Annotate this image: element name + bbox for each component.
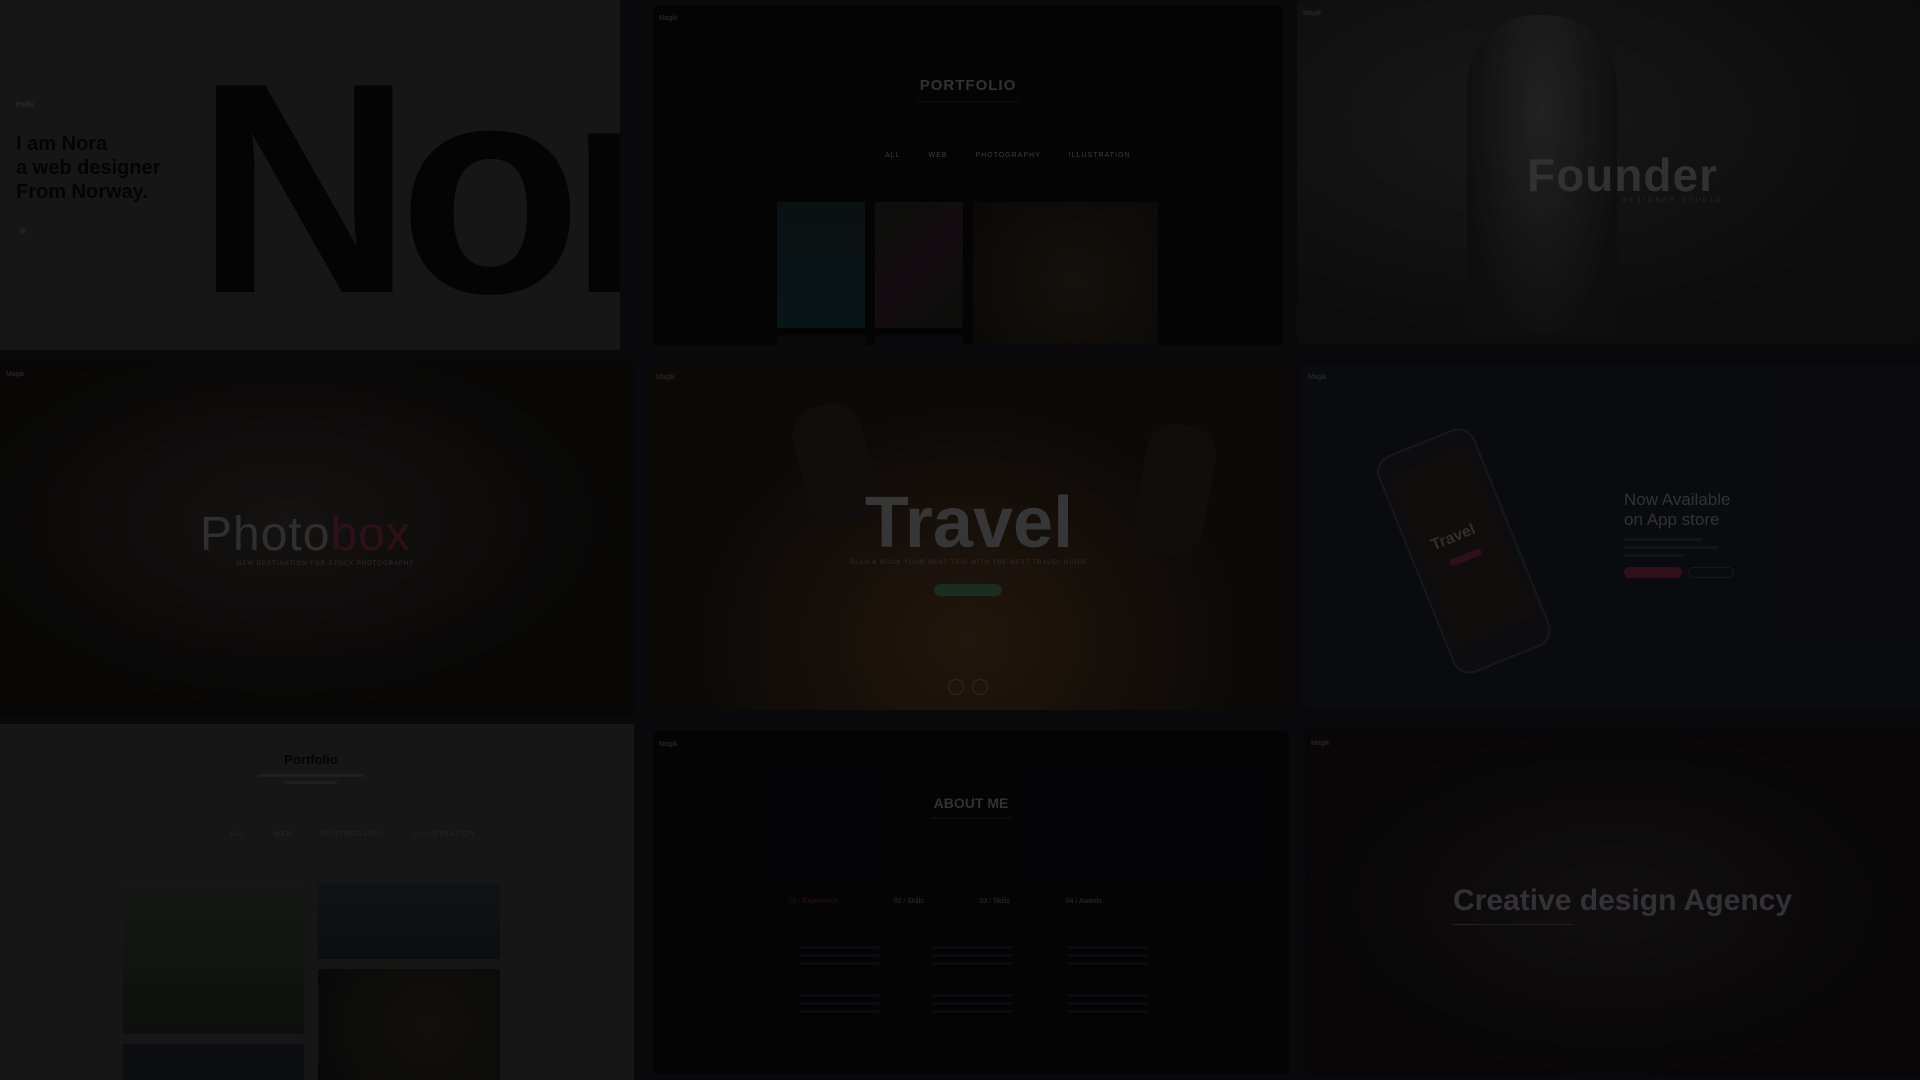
app-heading: Now Available on App store [1624, 490, 1731, 529]
about-brand: Magik [659, 741, 678, 748]
portfolio-light-subtitle-line-2 [285, 781, 337, 784]
travel-brand: Magik [656, 374, 675, 381]
portfolio-light-template-tile[interactable]: Portfolio ALL WEB PHOTOGRAPHY ILLUSTRATI… [0, 724, 634, 1080]
light-filter-web[interactable]: WEB [273, 831, 292, 838]
about-subtitle-line [931, 817, 1011, 819]
portfolio-dark-filter-nav: ALL WEB PHOTOGRAPHY ILLUSTRATION [885, 152, 1130, 159]
agency-title-underline [1453, 924, 1573, 925]
photobox-title-box: box [330, 508, 411, 561]
portfolio-dark-subtitle-line [918, 101, 1018, 103]
about-template-tile[interactable]: Magik ABOUT ME 01 / Experience 02 / Skil… [653, 731, 1289, 1074]
nora-hero-text: Nor [196, 20, 620, 350]
light-filter-all[interactable]: ALL [230, 831, 245, 838]
travel-next-arrow[interactable] [972, 679, 988, 695]
portfolio-image-small-1[interactable] [777, 335, 865, 345]
portfolio-light-title: Portfolio [284, 752, 338, 767]
phone-mockup: Travel [1371, 423, 1557, 679]
photobox-brand: Magik [6, 371, 25, 378]
light-filter-illustration[interactable]: ILLUSTRATION [414, 831, 476, 838]
portfolio-light-filter-nav: ALL WEB PHOTOGRAPHY ILLUSTRATION [230, 831, 475, 838]
travel-prev-arrow[interactable] [948, 679, 964, 695]
google-play-button[interactable] [1688, 567, 1734, 578]
portfolio-light-image-small[interactable] [123, 1044, 304, 1080]
phone-screen: Travel [1389, 447, 1535, 646]
tab-experience[interactable]: 01 / Experience [789, 898, 838, 905]
tab-skills-2[interactable]: 03 / Skills [980, 898, 1010, 905]
filter-photography[interactable]: PHOTOGRAPHY [975, 152, 1040, 159]
founder-subtitle: DESIGNER STUDIO [1622, 198, 1723, 204]
about-entry-5 [933, 994, 1013, 1018]
hello-label: Hello [16, 100, 35, 109]
portfolio-light-image-bike[interactable] [318, 969, 500, 1080]
nora-intro-text: I am Nora a web designer From Norway. [16, 133, 161, 203]
portfolio-light-image-street[interactable] [123, 884, 304, 1034]
about-tabs: 01 / Experience 02 / Skills 03 / Skills … [789, 898, 1102, 905]
portfolio-dark-template-tile[interactable]: Magik PORTFOLIO ALL WEB PHOTOGRAPHY ILLU… [653, 5, 1283, 345]
agency-title: Creative design Agency [1453, 884, 1793, 917]
founder-brand: Magik [1303, 10, 1322, 17]
about-entry-6 [1067, 994, 1147, 1018]
tab-skills-1[interactable]: 02 / Skills [894, 898, 924, 905]
about-entry-2 [933, 946, 1013, 970]
photobox-title: Photobox [200, 507, 411, 562]
phone-title: Travel [1428, 520, 1478, 555]
portfolio-light-image-van[interactable] [318, 884, 500, 959]
tab-awards[interactable]: 04 / Awards [1066, 898, 1102, 905]
portfolio-light-subtitle-line-1 [258, 774, 364, 777]
light-filter-photography[interactable]: PHOTOGRAPHY [320, 831, 385, 838]
app-description-line-2 [1624, 546, 1718, 549]
app-store-button[interactable] [1624, 567, 1682, 578]
phone-button [1448, 547, 1483, 568]
photobox-tagline: NEW DESTINATION FOR STOCK PHOTOGRAPHY [237, 561, 415, 567]
travel-template-tile[interactable]: Magik Travel PLAN & BOOK YOUR NEXT TRIP … [650, 364, 1288, 710]
photobox-title-photo: Photo [200, 508, 331, 561]
about-title: ABOUT ME [933, 795, 1009, 811]
founder-title: Founder [1527, 149, 1718, 201]
nora-template-tile[interactable]: Hello I am Nora a web designer From Norw… [0, 0, 620, 350]
app-description-line-3 [1624, 554, 1684, 557]
portfolio-image-sea[interactable] [777, 202, 865, 328]
agency-brand: Magik [1311, 740, 1330, 747]
filter-web[interactable]: WEB [928, 152, 947, 159]
founder-template-tile[interactable]: Magik Founder DESIGNER STUDIO [1297, 0, 1920, 345]
portfolio-image-flowers[interactable] [875, 202, 963, 328]
scroll-indicator [20, 228, 26, 234]
portfolio-image-small-2[interactable] [875, 335, 963, 345]
portfolio-image-cat[interactable] [973, 202, 1158, 345]
app-brand: Magik [1308, 374, 1327, 381]
filter-illustration[interactable]: ILLUSTRATION [1069, 152, 1131, 159]
agency-template-tile[interactable]: Magik Creative design Agency [1305, 730, 1920, 1075]
portfolio-dark-title: PORTFOLIO [919, 77, 1017, 94]
about-entry-4 [799, 994, 879, 1018]
app-description-line-1 [1624, 538, 1702, 541]
about-entry-3 [1067, 946, 1147, 970]
portfolio-dark-brand: Magik [659, 15, 678, 22]
travel-cta-button[interactable] [934, 584, 1002, 596]
photobox-template-tile[interactable]: Magik Photobox NEW DESTINATION FOR STOCK… [0, 361, 634, 716]
about-entry-1 [799, 946, 879, 970]
travel-title: Travel [864, 483, 1074, 563]
filter-all[interactable]: ALL [885, 152, 900, 159]
travel-tagline: PLAN & BOOK YOUR NEXT TRIP WITH THE BEST… [850, 560, 1088, 566]
app-template-tile[interactable]: Magik Travel Now Available on App store [1302, 364, 1920, 709]
